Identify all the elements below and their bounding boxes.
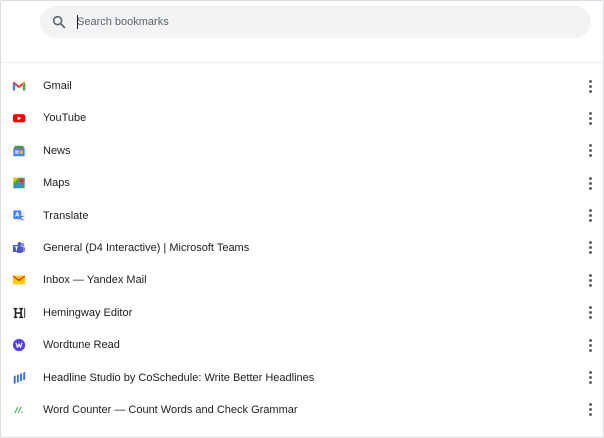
bookmark-label: News — [43, 144, 71, 157]
bookmark-row[interactable]: News — [1, 135, 603, 167]
yandex-mail-icon — [12, 273, 26, 287]
more-options-icon[interactable] — [583, 337, 597, 353]
translate-icon — [12, 209, 26, 223]
more-options-icon[interactable] — [583, 370, 597, 386]
hemingway-icon — [12, 306, 26, 320]
headline-studio-icon — [12, 371, 26, 385]
bookmark-label: Wordtune Read — [43, 339, 120, 352]
bookmark-row[interactable]: General (D4 Interactive) | Microsoft Tea… — [1, 232, 603, 264]
more-options-icon[interactable] — [583, 175, 597, 191]
search-bar[interactable] — [40, 6, 591, 38]
more-options-icon[interactable] — [583, 143, 597, 159]
bookmark-row[interactable]: Hemingway Editor — [1, 297, 603, 329]
more-options-icon[interactable] — [583, 402, 597, 418]
more-options-icon[interactable] — [583, 208, 597, 224]
bookmark-label: Translate — [43, 209, 89, 222]
bookmark-list: Gmail YouTube News Maps Translate Genera… — [1, 70, 603, 426]
maps-icon — [12, 176, 26, 190]
more-options-icon[interactable] — [583, 305, 597, 321]
wordtune-icon — [12, 338, 26, 352]
more-options-icon[interactable] — [583, 110, 597, 126]
bookmark-label: YouTube — [43, 112, 87, 125]
bookmark-row[interactable]: Translate — [1, 200, 603, 232]
gmail-icon — [12, 79, 26, 93]
more-options-icon[interactable] — [583, 272, 597, 288]
bookmark-row[interactable]: Word Counter — Count Words and Check Gra… — [1, 394, 603, 426]
news-icon — [12, 144, 26, 158]
youtube-icon — [12, 111, 26, 125]
bookmark-row[interactable]: YouTube — [1, 102, 603, 134]
bookmark-label: Inbox — Yandex Mail — [43, 274, 147, 287]
more-options-icon[interactable] — [583, 78, 597, 94]
bookmark-label: Word Counter — Count Words and Check Gra… — [43, 403, 298, 416]
bookmark-row[interactable]: Gmail — [1, 70, 603, 102]
search-icon — [52, 15, 66, 29]
bookmark-label: Hemingway Editor — [43, 306, 133, 319]
header — [1, 1, 603, 63]
bookmark-label: Maps — [43, 177, 70, 190]
bookmark-row[interactable]: Inbox — Yandex Mail — [1, 264, 603, 296]
bookmark-label: General (D4 Interactive) | Microsoft Tea… — [43, 241, 250, 254]
bookmark-label: Gmail — [43, 80, 72, 92]
word-counter-icon — [12, 403, 26, 417]
bookmark-row[interactable]: Wordtune Read — [1, 329, 603, 361]
more-options-icon[interactable] — [583, 240, 597, 256]
teams-icon — [12, 241, 26, 255]
search-input[interactable] — [77, 12, 557, 32]
bookmark-row[interactable]: Maps — [1, 167, 603, 199]
text-caret — [77, 15, 78, 29]
bookmark-row[interactable]: Headline Studio by CoSchedule: Write Bet… — [1, 362, 603, 394]
bookmark-label: Headline Studio by CoSchedule: Write Bet… — [43, 371, 315, 384]
